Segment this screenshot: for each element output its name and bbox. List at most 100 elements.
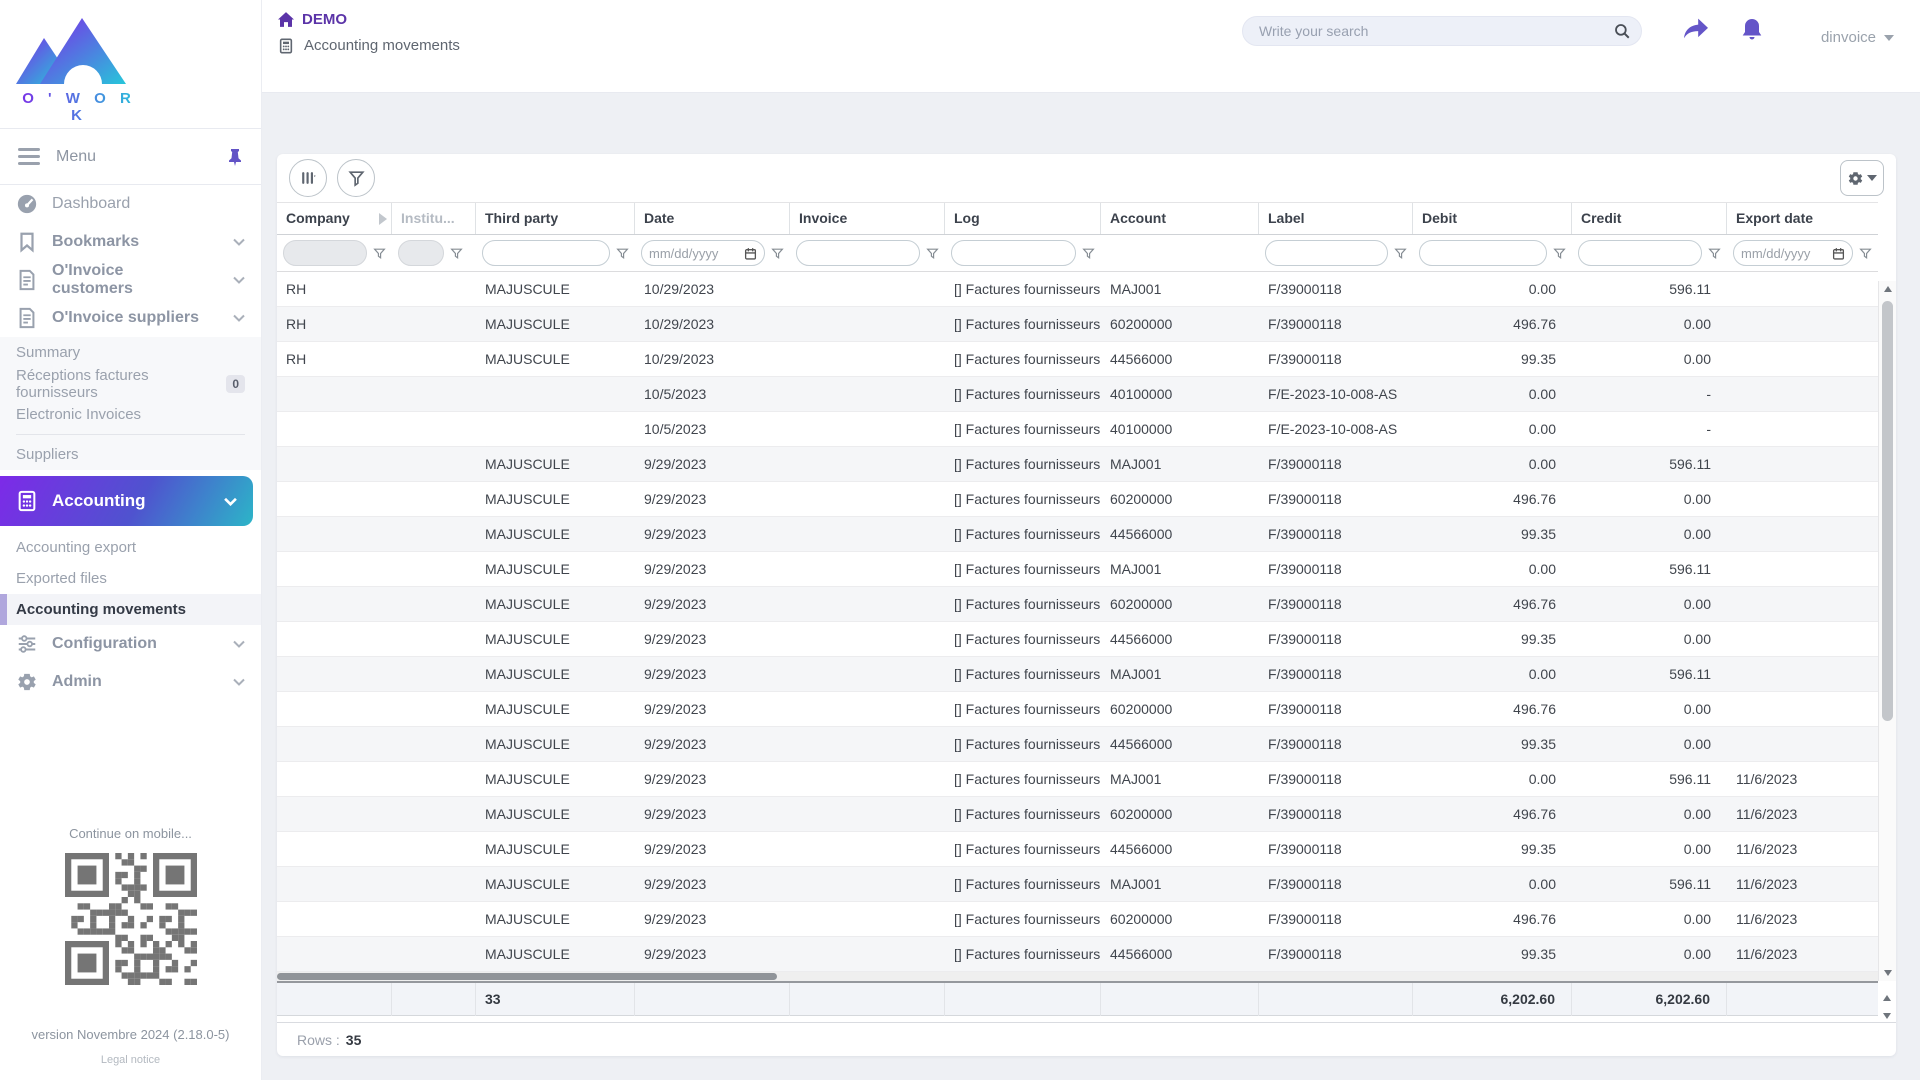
column-header-log[interactable]: Log: [945, 203, 1101, 234]
table-row[interactable]: MAJUSCULE 9/29/2023 [] Factures fourniss…: [277, 937, 1878, 972]
table-row[interactable]: 10/5/2023 [] Factures fournisseurs 40100…: [277, 412, 1878, 447]
expand-group-icon[interactable]: [379, 213, 387, 225]
third-party-filter-input[interactable]: [482, 240, 610, 266]
sidebar-item-exported-files[interactable]: Exported files: [0, 563, 261, 594]
columns-button[interactable]: [289, 159, 327, 197]
table-row[interactable]: MAJUSCULE 9/29/2023 [] Factures fourniss…: [277, 867, 1878, 902]
table-row[interactable]: MAJUSCULE 9/29/2023 [] Factures fourniss…: [277, 902, 1878, 937]
funnel-icon[interactable]: [1553, 247, 1566, 260]
table-row[interactable]: MAJUSCULE 9/29/2023 [] Factures fourniss…: [277, 832, 1878, 867]
search-icon[interactable]: [1613, 22, 1631, 40]
sidebar-item-accounting-export[interactable]: Accounting export: [0, 532, 261, 563]
column-header-date[interactable]: Date: [635, 203, 790, 234]
table-row[interactable]: RH MAJUSCULE 10/29/2023 [] Factures four…: [277, 307, 1878, 342]
pin-icon[interactable]: [227, 148, 243, 166]
share-icon[interactable]: [1682, 17, 1710, 41]
cell-invoice: [790, 622, 945, 656]
bell-icon[interactable]: [1740, 17, 1764, 43]
table-row[interactable]: MAJUSCULE 9/29/2023 [] Factures fourniss…: [277, 482, 1878, 517]
scroll-up-button[interactable]: [1878, 990, 1895, 1006]
table-row[interactable]: MAJUSCULE 9/29/2023 [] Factures fourniss…: [277, 587, 1878, 622]
table-row[interactable]: MAJUSCULE 9/29/2023 [] Factures fourniss…: [277, 692, 1878, 727]
table-row[interactable]: MAJUSCULE 9/29/2023 [] Factures fourniss…: [277, 552, 1878, 587]
funnel-icon[interactable]: [926, 247, 939, 260]
table-row[interactable]: MAJUSCULE 9/29/2023 [] Factures fourniss…: [277, 517, 1878, 552]
table-row[interactable]: MAJUSCULE 9/29/2023 [] Factures fourniss…: [277, 657, 1878, 692]
filter-button[interactable]: [337, 159, 375, 197]
cell-credit: 0.00: [1572, 797, 1727, 831]
cell-credit: 0.00: [1572, 482, 1727, 516]
legal-notice-link[interactable]: Legal notice: [0, 1054, 261, 1066]
vertical-scrollbar-thumb[interactable]: [1882, 301, 1893, 721]
table-row[interactable]: 10/5/2023 [] Factures fournisseurs 40100…: [277, 377, 1878, 412]
cell-debit: 99.35: [1413, 937, 1572, 971]
sidebar-item-accounting[interactable]: Accounting: [0, 476, 253, 526]
search-bar: [1242, 16, 1642, 46]
cell-label: F/39000118: [1259, 552, 1413, 586]
column-header-account[interactable]: Account: [1101, 203, 1259, 234]
sidebar-item-bookmarks[interactable]: Bookmarks: [0, 223, 261, 261]
label-filter-input[interactable]: [1265, 240, 1388, 266]
table-settings-button[interactable]: [1840, 160, 1884, 196]
search-input[interactable]: [1259, 23, 1613, 39]
funnel-icon[interactable]: [450, 247, 463, 260]
cell-third-party: MAJUSCULE: [476, 517, 635, 551]
cell-institution: [392, 272, 476, 306]
funnel-icon[interactable]: [1708, 247, 1721, 260]
sidebar-item-label: Admin: [52, 673, 102, 691]
horizontal-scrollbar-thumb[interactable]: [277, 973, 777, 980]
sidebar-item-summary[interactable]: Summary: [0, 337, 261, 368]
sidebar-item-receptions-factures[interactable]: Réceptions factures fournisseurs 0: [0, 368, 261, 399]
column-header-institution[interactable]: Institu...: [392, 203, 476, 234]
table-row[interactable]: RH MAJUSCULE 10/29/2023 [] Factures four…: [277, 272, 1878, 307]
cell-institution: [392, 727, 476, 761]
column-header-third-party[interactable]: Third party: [476, 203, 635, 234]
app-home-link[interactable]: DEMO: [278, 11, 460, 28]
column-header-export-date[interactable]: Export date: [1727, 203, 1878, 234]
column-header-label[interactable]: Label: [1259, 203, 1413, 234]
funnel-icon[interactable]: [771, 247, 784, 260]
export-date-filter-input[interactable]: mm/dd/yyyy: [1733, 240, 1853, 266]
cell-institution: [392, 342, 476, 376]
sidebar-item-admin[interactable]: Admin: [0, 663, 261, 701]
funnel-icon[interactable]: [1859, 247, 1872, 260]
user-menu[interactable]: dinvoice: [1821, 29, 1894, 46]
sidebar-item-electronic-invoices[interactable]: Electronic Invoices: [0, 399, 261, 430]
funnel-icon[interactable]: [373, 247, 386, 260]
date-filter-input[interactable]: mm/dd/yyyy: [641, 240, 765, 266]
chevron-down-icon: [1884, 35, 1894, 41]
totals-mini-scrollbar[interactable]: [1878, 990, 1896, 1026]
table-row[interactable]: MAJUSCULE 9/29/2023 [] Factures fourniss…: [277, 447, 1878, 482]
table-row[interactable]: MAJUSCULE 9/29/2023 [] Factures fourniss…: [277, 622, 1878, 657]
funnel-icon[interactable]: [616, 247, 629, 260]
column-header-invoice[interactable]: Invoice: [790, 203, 945, 234]
funnel-icon[interactable]: [1394, 247, 1407, 260]
sidebar-item-configuration[interactable]: Configuration: [0, 625, 261, 663]
cell-export-date: [1727, 552, 1878, 586]
sidebar-item-accounting-movements[interactable]: Accounting movements: [0, 594, 261, 625]
sidebar-item-oinvoice-customers[interactable]: O'Invoice customers: [0, 261, 261, 299]
scroll-down-button[interactable]: [1879, 965, 1896, 981]
vertical-scrollbar[interactable]: [1878, 281, 1896, 981]
sidebar-item-suppliers[interactable]: Suppliers: [0, 439, 261, 470]
table-row[interactable]: MAJUSCULE 9/29/2023 [] Factures fourniss…: [277, 762, 1878, 797]
scroll-up-button[interactable]: [1879, 281, 1896, 297]
column-header-credit[interactable]: Credit: [1572, 203, 1727, 234]
table-row[interactable]: RH MAJUSCULE 10/29/2023 [] Factures four…: [277, 342, 1878, 377]
menu-toggle[interactable]: Menu: [0, 128, 261, 185]
debit-filter-input[interactable]: [1419, 240, 1547, 266]
log-filter-input[interactable]: [951, 240, 1076, 266]
credit-filter-input[interactable]: [1578, 240, 1702, 266]
column-header-company[interactable]: Company: [277, 203, 392, 234]
cell-credit: 0.00: [1572, 937, 1727, 971]
cell-invoice: [790, 832, 945, 866]
table-row[interactable]: MAJUSCULE 9/29/2023 [] Factures fourniss…: [277, 727, 1878, 762]
column-header-debit[interactable]: Debit: [1413, 203, 1572, 234]
horizontal-scrollbar[interactable]: [277, 972, 1878, 981]
sidebar-item-dashboard[interactable]: Dashboard: [0, 185, 261, 223]
cell-date: 9/29/2023: [635, 832, 790, 866]
invoice-filter-input[interactable]: [796, 240, 920, 266]
funnel-icon[interactable]: [1082, 247, 1095, 260]
sidebar-item-oinvoice-suppliers[interactable]: O'Invoice suppliers: [0, 299, 261, 337]
table-row[interactable]: MAJUSCULE 9/29/2023 [] Factures fourniss…: [277, 797, 1878, 832]
